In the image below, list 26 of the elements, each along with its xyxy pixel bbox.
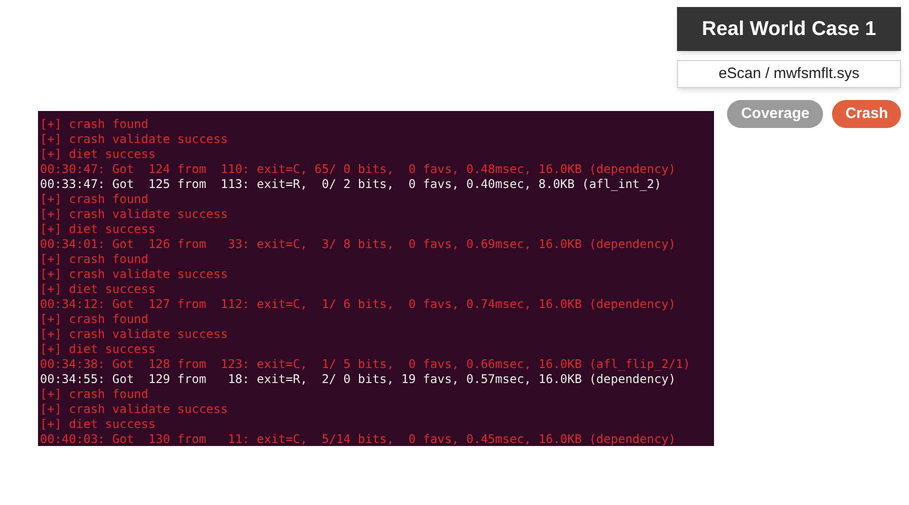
log-line: [+] crash found bbox=[40, 387, 148, 402]
log-line: [+] crash validate success bbox=[40, 327, 228, 342]
log-line: 00:34:01: Got 126 from 33: exit=C, 3/ 8 bits, 0 favs, 0.69msec, 16.0KB (dependency) bbox=[40, 237, 676, 252]
log-line: [+] crash found bbox=[40, 117, 148, 132]
log-line: [+] crash validate success bbox=[40, 402, 228, 417]
slide-title: Real World Case 1 bbox=[677, 7, 901, 51]
log-line: 00:40:03: Got 130 from 11: exit=C, 5/14 bits, 0 favs, 0.45msec, 16.0KB (dependency) bbox=[40, 432, 676, 446]
log-line: [+] diet success bbox=[40, 342, 156, 357]
tab[interactable]: Coverage bbox=[727, 100, 824, 128]
log-line: [+] diet success bbox=[40, 417, 156, 432]
log-line: 00:33:47: Got 125 from 113: exit=R, 0/ 2 bits, 0 favs, 0.40msec, 8.0KB (afl_int_2) bbox=[40, 177, 662, 192]
log-line: [+] crash validate success bbox=[40, 132, 228, 147]
log-line: [+] diet success bbox=[40, 222, 156, 237]
log-line: [+] crash found bbox=[40, 252, 148, 267]
log-line: 00:30:47: Got 124 from 110: exit=C, 65/ 0 bits, 0 favs, 0.48msec, 16.0KB (dependency) bbox=[40, 162, 676, 177]
slide-subtitle: eScan / mwfsmflt.sys bbox=[677, 60, 901, 88]
log-line: [+] crash found bbox=[40, 312, 148, 327]
log-line: [+] diet success bbox=[40, 282, 156, 297]
log-line: [+] crash validate success bbox=[40, 207, 228, 222]
log-line: [+] crash found bbox=[40, 192, 148, 207]
log-line: 00:34:38: Got 128 from 123: exit=C, 1/ 5 bits, 0 favs, 0.66msec, 16.0KB (afl_flip_2/1) bbox=[40, 357, 690, 372]
log-line: 00:34:55: Got 129 from 18: exit=R, 2/ 0 bits, 19 favs, 0.57msec, 16.0KB (dependency) bbox=[40, 372, 676, 387]
log-line: 00:34:12: Got 127 from 112: exit=C, 1/ 6 bits, 0 favs, 0.74msec, 16.0KB (dependency) bbox=[40, 297, 676, 312]
log-line: [+] diet success bbox=[40, 147, 156, 162]
tab[interactable]: Crash bbox=[832, 100, 901, 128]
log-line: [+] crash validate success bbox=[40, 267, 228, 282]
